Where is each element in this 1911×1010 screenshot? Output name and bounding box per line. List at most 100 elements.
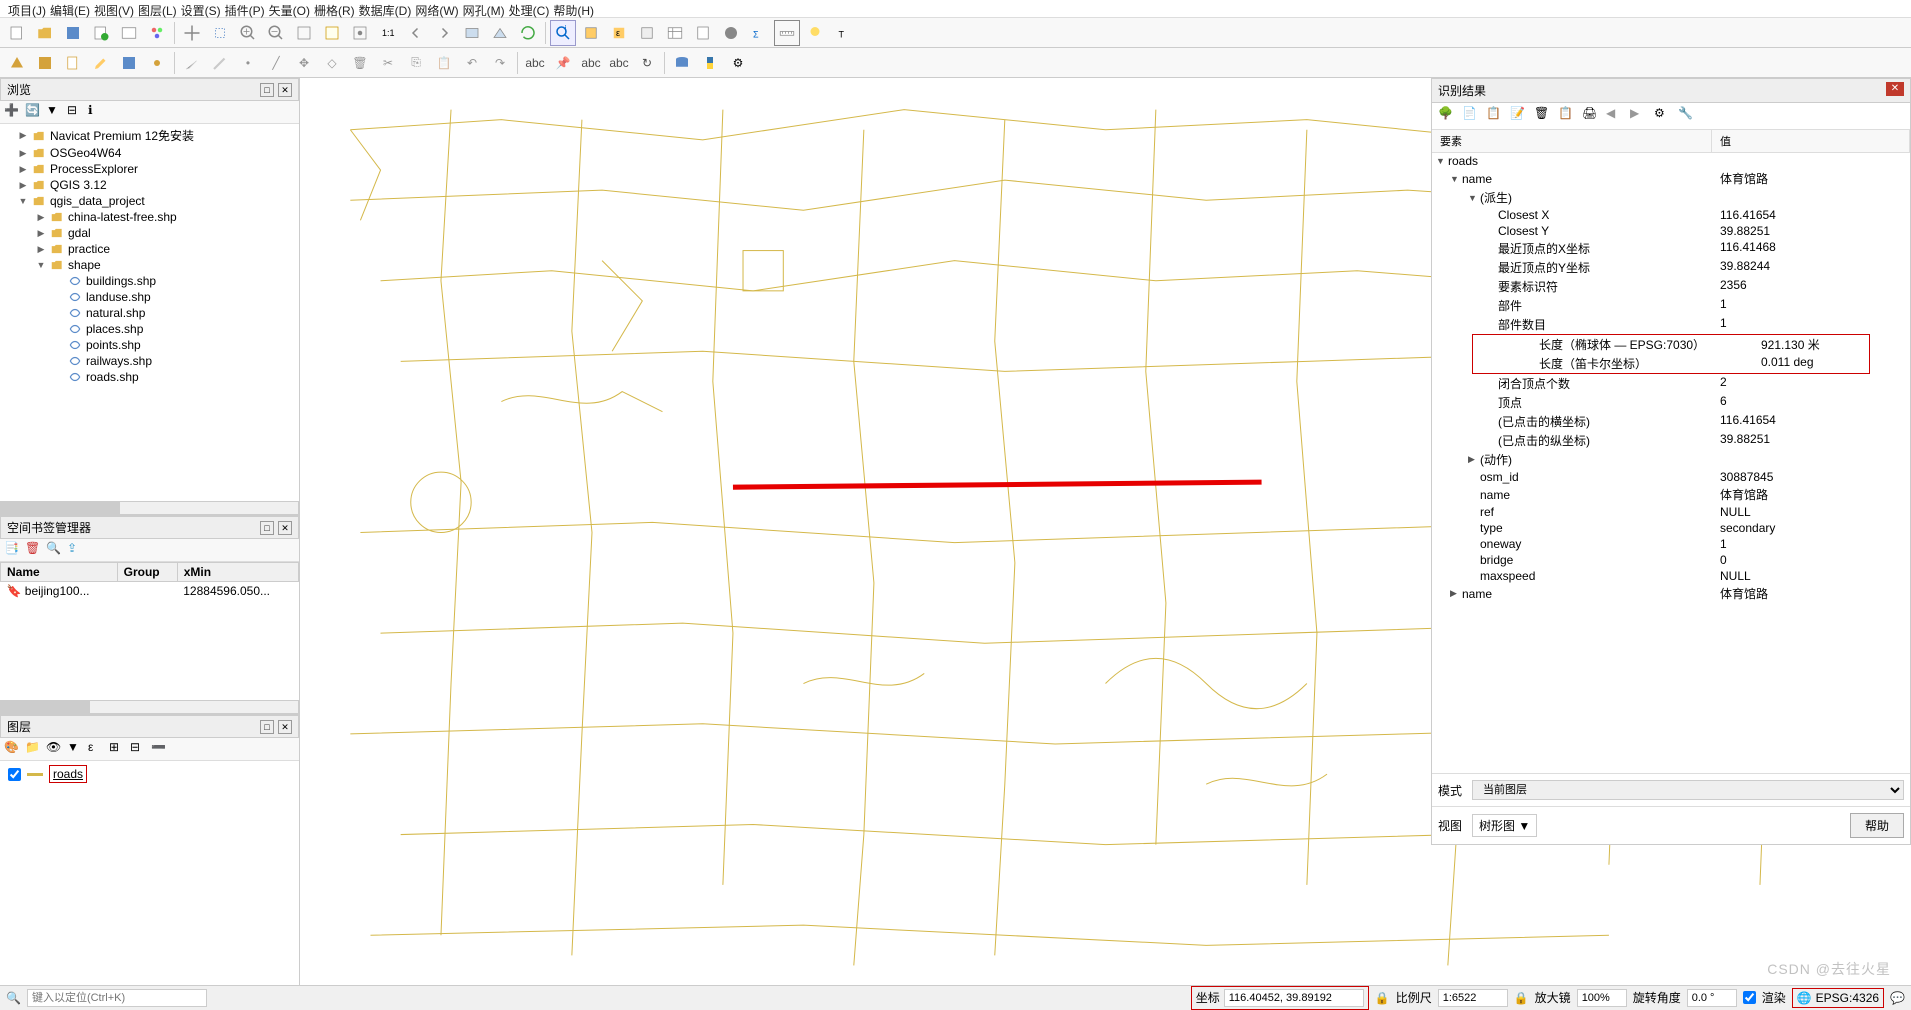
view-select[interactable]: 树形图 ▼ bbox=[1472, 814, 1537, 837]
tree-item[interactable]: ▶china-latest-free.shp bbox=[0, 209, 299, 225]
identify-row[interactable]: 闭合顶点个数2 bbox=[1432, 374, 1910, 393]
filter-icon[interactable]: ▼ bbox=[46, 103, 64, 121]
style-dock-icon[interactable]: 🎨 bbox=[4, 740, 22, 758]
label-tool-icon[interactable]: abc bbox=[522, 50, 548, 76]
select-expr-icon[interactable]: ε bbox=[606, 20, 632, 46]
browser-tree[interactable]: ▶Navicat Premium 12免安装▶OSGeo4W64▶Process… bbox=[0, 124, 299, 501]
filter-legend-icon[interactable]: ▼ bbox=[67, 740, 85, 758]
layer-item[interactable]: roads bbox=[0, 761, 299, 787]
dock-icon[interactable]: □ bbox=[260, 720, 274, 734]
identify-tree[interactable]: ▼roads▼name体育馆路▼(派生)Closest X116.41654Cl… bbox=[1432, 153, 1910, 773]
zoom-out-icon[interactable] bbox=[263, 20, 289, 46]
dock-icon[interactable]: □ bbox=[260, 83, 274, 97]
menu-item[interactable]: 处理(C) bbox=[509, 2, 550, 15]
move-label-icon[interactable]: abc bbox=[606, 50, 632, 76]
messages-icon[interactable]: 💬 bbox=[1890, 991, 1905, 1005]
form-view-icon[interactable]: 📝 bbox=[1510, 106, 1530, 126]
identify-row[interactable]: ▶(动作) bbox=[1432, 450, 1910, 469]
menu-item[interactable]: 网络(W) bbox=[415, 2, 458, 15]
layout-manager-icon[interactable] bbox=[116, 20, 142, 46]
auto-form-icon[interactable]: ⚙ bbox=[1654, 106, 1674, 126]
zoom-in-icon[interactable] bbox=[235, 20, 261, 46]
copy-feature-icon[interactable]: 📋 bbox=[1558, 106, 1578, 126]
tree-item[interactable]: points.shp bbox=[0, 337, 299, 353]
style-manager-icon[interactable] bbox=[144, 20, 170, 46]
identify-settings-icon[interactable]: 🔧 bbox=[1678, 106, 1698, 126]
add-vector-icon[interactable] bbox=[4, 50, 30, 76]
layer-name[interactable]: roads bbox=[49, 765, 87, 783]
pan-icon[interactable] bbox=[179, 20, 205, 46]
help-button[interactable]: 帮助 bbox=[1850, 813, 1904, 838]
menu-item[interactable]: 插件(P) bbox=[225, 2, 265, 15]
show-labels-icon[interactable]: abc bbox=[578, 50, 604, 76]
mag-value[interactable] bbox=[1577, 989, 1627, 1007]
identify-row[interactable]: (已点击的横坐标)116.41654 bbox=[1432, 412, 1910, 431]
manage-visibility-icon[interactable]: 👁 bbox=[46, 740, 64, 758]
print-icon[interactable]: 🖨 bbox=[1582, 106, 1602, 126]
menu-item[interactable]: 数据库(D) bbox=[359, 2, 412, 15]
identify-row[interactable]: 部件数目1 bbox=[1432, 315, 1910, 334]
identify-row[interactable]: 长度（椭球体 — EPSG:7030）921.130 米 bbox=[1473, 335, 1869, 354]
new-project-icon[interactable] bbox=[4, 20, 30, 46]
add-layer-icon[interactable]: ➕ bbox=[4, 103, 22, 121]
tree-item[interactable]: ▼shape bbox=[0, 257, 299, 273]
close-panel-icon[interactable]: ✕ bbox=[278, 720, 292, 734]
expand-new-icon[interactable]: 📄 bbox=[1462, 106, 1482, 126]
identify-row[interactable]: ▼roads bbox=[1432, 153, 1910, 169]
tree-item[interactable]: ▶practice bbox=[0, 241, 299, 257]
scale-value[interactable] bbox=[1438, 989, 1508, 1007]
tree-item[interactable]: roads.shp bbox=[0, 369, 299, 385]
identify-row[interactable]: 长度（笛卡尔坐标）0.011 deg bbox=[1473, 354, 1869, 373]
tree-item[interactable]: ▶QGIS 3.12 bbox=[0, 177, 299, 193]
new-print-icon[interactable] bbox=[88, 20, 114, 46]
coord-value[interactable] bbox=[1224, 989, 1364, 1007]
new-map-view-icon[interactable] bbox=[459, 20, 485, 46]
close-icon[interactable]: ✕ bbox=[1886, 82, 1904, 96]
menu-item[interactable]: 网孔(M) bbox=[463, 2, 505, 15]
column-header[interactable]: xMin bbox=[177, 563, 298, 582]
db-manager-icon[interactable] bbox=[669, 50, 695, 76]
refresh-icon[interactable] bbox=[515, 20, 541, 46]
undo-icon[interactable]: ↶ bbox=[459, 50, 485, 76]
paste-icon[interactable]: 📋 bbox=[431, 50, 457, 76]
tree-item[interactable]: ▶Navicat Premium 12免安装 bbox=[0, 126, 299, 145]
layer-checkbox[interactable] bbox=[8, 768, 21, 781]
tree-item[interactable]: ▶OSGeo4W64 bbox=[0, 145, 299, 161]
plugin-icon[interactable]: ⚙ bbox=[725, 50, 751, 76]
bookmark-table[interactable]: NameGroupxMin 🔖 beijing100...12884596.05… bbox=[0, 562, 299, 600]
new-3d-view-icon[interactable] bbox=[487, 20, 513, 46]
menu-item[interactable]: 矢量(O) bbox=[269, 2, 310, 15]
add-group-icon[interactable]: 📁 bbox=[25, 740, 43, 758]
menu-item[interactable]: 编辑(E) bbox=[50, 2, 90, 15]
back-icon[interactable]: ◀ bbox=[1606, 106, 1626, 126]
identify-row[interactable]: 最近顶点的Y坐标39.88244 bbox=[1432, 258, 1910, 277]
zoom-next-icon[interactable] bbox=[431, 20, 457, 46]
identify-row[interactable]: Closest Y39.88251 bbox=[1432, 223, 1910, 239]
field-calc-icon[interactable] bbox=[690, 20, 716, 46]
add-bookmark-icon[interactable]: 📑 bbox=[4, 541, 22, 559]
expand-all-icon[interactable]: ⊞ bbox=[109, 740, 127, 758]
collapse-tree-icon[interactable]: 📋 bbox=[1486, 106, 1506, 126]
column-header[interactable]: Name bbox=[1, 563, 118, 582]
dock-icon[interactable]: □ bbox=[260, 521, 274, 535]
identify-icon[interactable]: i bbox=[550, 20, 576, 46]
identify-row[interactable]: name体育馆路 bbox=[1432, 485, 1910, 504]
identify-row[interactable]: 最近顶点的X坐标116.41468 bbox=[1432, 239, 1910, 258]
select-icon[interactable] bbox=[578, 20, 604, 46]
zoom-selection-icon[interactable] bbox=[319, 20, 345, 46]
close-panel-icon[interactable]: ✕ bbox=[278, 83, 292, 97]
tree-item[interactable]: landuse.shp bbox=[0, 289, 299, 305]
expand-tree-icon[interactable]: 🌳 bbox=[1438, 106, 1458, 126]
identify-row[interactable]: ▶name体育馆路 bbox=[1432, 584, 1910, 603]
add-feature-icon[interactable]: • bbox=[235, 50, 261, 76]
identify-row[interactable]: refNULL bbox=[1432, 504, 1910, 520]
tree-item[interactable]: natural.shp bbox=[0, 305, 299, 321]
delete-bookmark-icon[interactable]: 🗑 bbox=[25, 541, 43, 559]
tree-item[interactable]: buildings.shp bbox=[0, 273, 299, 289]
menu-item[interactable]: 设置(S) bbox=[181, 2, 221, 15]
identify-row[interactable]: 顶点6 bbox=[1432, 393, 1910, 412]
remove-layer-icon[interactable]: ➖ bbox=[151, 740, 169, 758]
close-panel-icon[interactable]: ✕ bbox=[278, 521, 292, 535]
identify-row[interactable]: oneway1 bbox=[1432, 536, 1910, 552]
zoom-bookmark-icon[interactable]: 🔍 bbox=[46, 541, 64, 559]
